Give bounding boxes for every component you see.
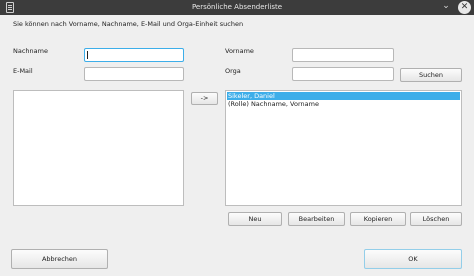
search-hint: Sie können nach Vorname, Nachname, E-Mai…: [13, 20, 244, 28]
search-results-list[interactable]: [13, 90, 184, 206]
vorname-label: Vorname: [225, 47, 254, 55]
edit-button[interactable]: Bearbeiten: [288, 212, 345, 226]
delete-button[interactable]: Löschen: [410, 212, 462, 226]
email-label: E-Mail: [13, 67, 33, 75]
add-to-list-button[interactable]: ->: [191, 92, 218, 105]
orga-label: Orga: [225, 67, 241, 75]
chevron-down-icon[interactable]: ⌄: [440, 0, 452, 14]
copy-button[interactable]: Kopieren: [350, 212, 406, 226]
list-item[interactable]: (Rolle) Nachname, Vorname: [227, 100, 460, 108]
title-bar: Persönliche Absenderliste ⌄ ✕: [0, 0, 474, 15]
nachname-input[interactable]: [84, 48, 184, 62]
email-input[interactable]: [84, 67, 184, 81]
close-icon[interactable]: ✕: [458, 1, 471, 14]
text-caret: [87, 51, 88, 59]
cancel-button[interactable]: Abbrechen: [11, 249, 108, 269]
window-title: Persönliche Absenderliste: [191, 3, 283, 11]
list-item[interactable]: Sikeler, Daniel: [227, 92, 460, 100]
vorname-input[interactable]: [292, 48, 394, 62]
nachname-label: Nachname: [13, 47, 48, 55]
orga-input[interactable]: [292, 67, 394, 81]
sender-list[interactable]: Sikeler, Daniel (Rolle) Nachname, Vornam…: [225, 90, 462, 206]
ok-button[interactable]: OK: [364, 249, 462, 269]
new-button[interactable]: Neu: [228, 212, 282, 226]
search-button[interactable]: Suchen: [400, 68, 462, 82]
